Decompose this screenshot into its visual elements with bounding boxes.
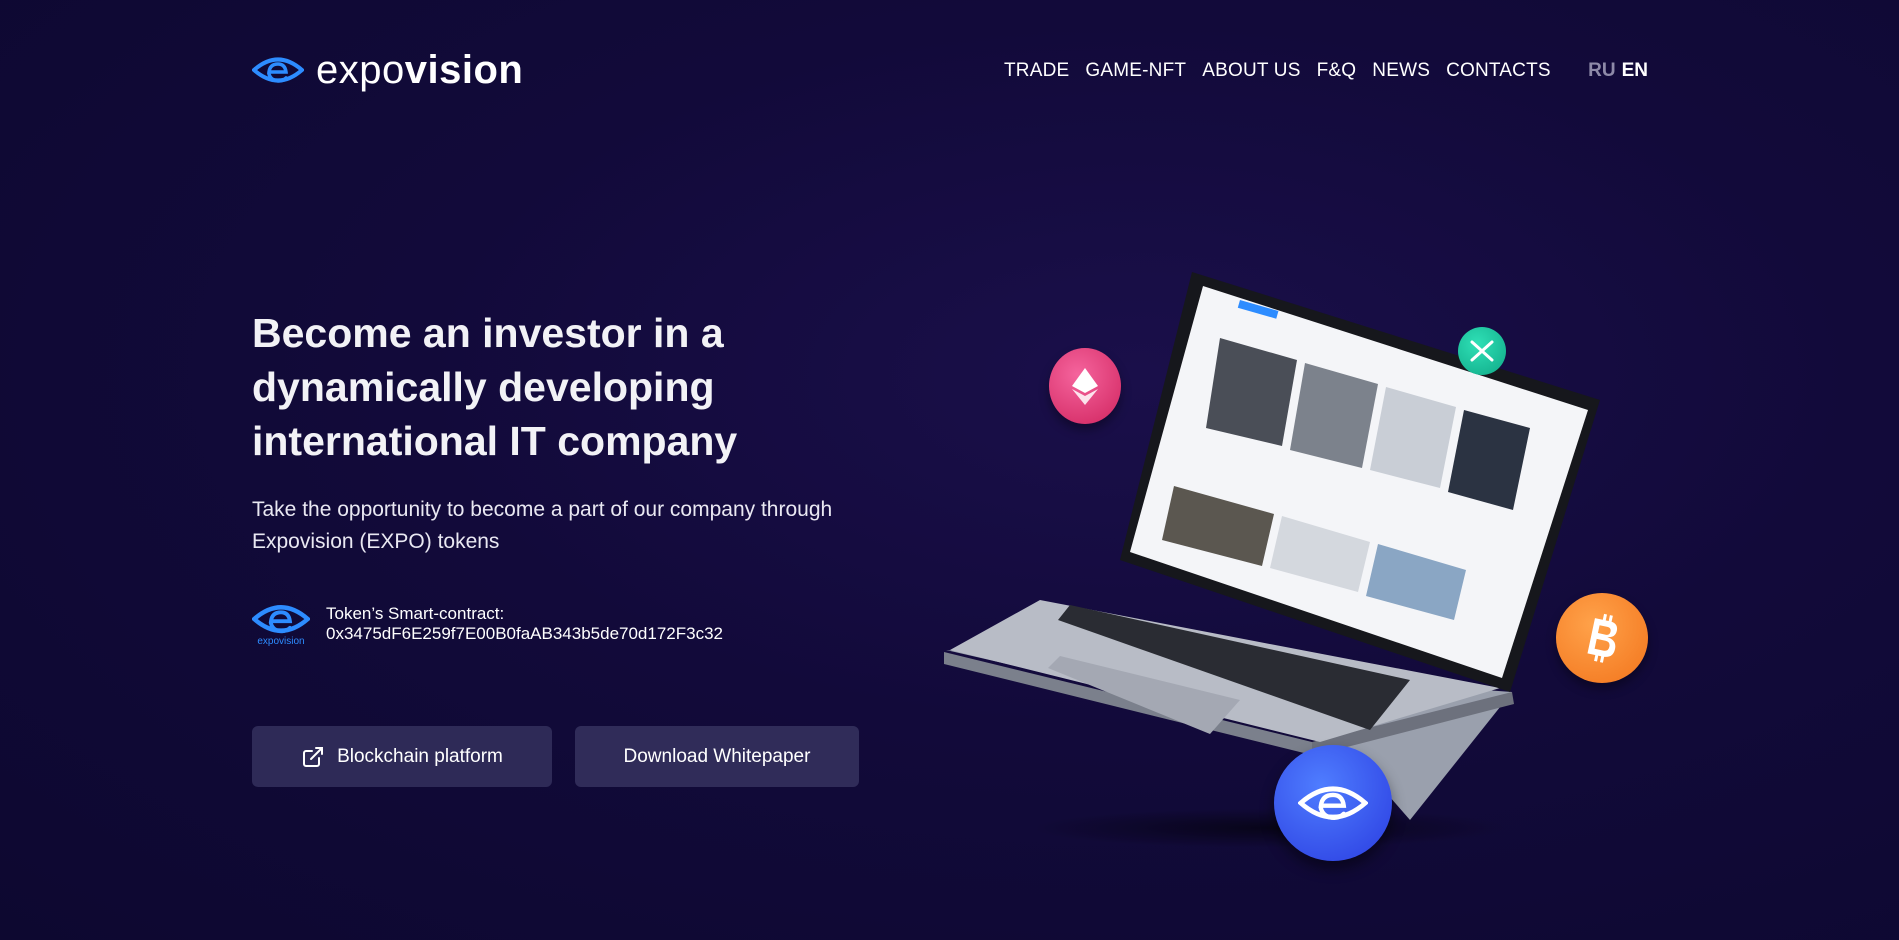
contract-address[interactable]: 0x3475dF6E259f7E00B0faAB343b5de70d172F3c…: [326, 624, 723, 644]
nav-item-fq[interactable]: F&Q: [1317, 60, 1357, 82]
blockchain-platform-label: Blockchain platform: [337, 745, 503, 767]
language-switcher: RU EN: [1588, 60, 1648, 82]
bitcoin-coin: [1556, 593, 1648, 683]
lang-en[interactable]: EN: [1622, 60, 1648, 82]
brand-name-part2: vision: [404, 48, 524, 92]
nav-item-about-us[interactable]: ABOUT US: [1202, 60, 1300, 82]
blockchain-platform-button[interactable]: Blockchain platform: [252, 726, 552, 787]
site-header: expovision TRADE GAME-NFT ABOUT US F&Q N…: [252, 44, 1648, 96]
expovision-eye-icon: [1298, 786, 1368, 820]
contract-logo: expovision: [252, 600, 310, 648]
hero-title: Become an investor in a dynamically deve…: [252, 310, 738, 464]
token-contract: expovision Token’s Smart-contract: 0x347…: [252, 600, 723, 648]
brand-logo[interactable]: expovision: [252, 50, 523, 90]
expovision-eye-icon: [252, 605, 310, 634]
ethereum-coin: [1049, 348, 1121, 424]
main-nav: TRADE GAME-NFT ABOUT US F&Q NEWS CONTACT…: [1004, 60, 1551, 82]
contract-label: Token’s Smart-contract:: [326, 604, 505, 623]
hero-actions: Blockchain platform Download Whitepaper: [252, 726, 859, 787]
xrp-icon: [1470, 340, 1494, 362]
contract-info: Token’s Smart-contract: 0x3475dF6E259f7E…: [326, 604, 723, 644]
nav-item-news[interactable]: NEWS: [1372, 60, 1430, 82]
nav-item-game-nft[interactable]: GAME-NFT: [1085, 60, 1186, 82]
brand-wordmark: expovision: [316, 50, 523, 90]
lang-ru[interactable]: RU: [1588, 60, 1615, 82]
brand-name-part1: expo: [316, 48, 405, 92]
download-whitepaper-button[interactable]: Download Whitepaper: [575, 726, 859, 787]
contract-logo-text: expovision: [257, 636, 305, 647]
expovision-eye-icon: [252, 57, 304, 83]
hero-illustration: [940, 260, 1660, 870]
bitcoin-icon: [1587, 613, 1618, 663]
expovision-coin: [1274, 745, 1392, 861]
external-link-icon: [303, 746, 324, 767]
hero-subtitle: Take the opportunity to become a part of…: [252, 498, 833, 553]
download-whitepaper-label: Download Whitepaper: [623, 745, 811, 767]
nav-item-contacts[interactable]: CONTACTS: [1446, 60, 1551, 82]
ethereum-icon: [1072, 368, 1098, 405]
nav-item-trade[interactable]: TRADE: [1004, 60, 1069, 82]
xrp-coin: [1458, 327, 1506, 375]
